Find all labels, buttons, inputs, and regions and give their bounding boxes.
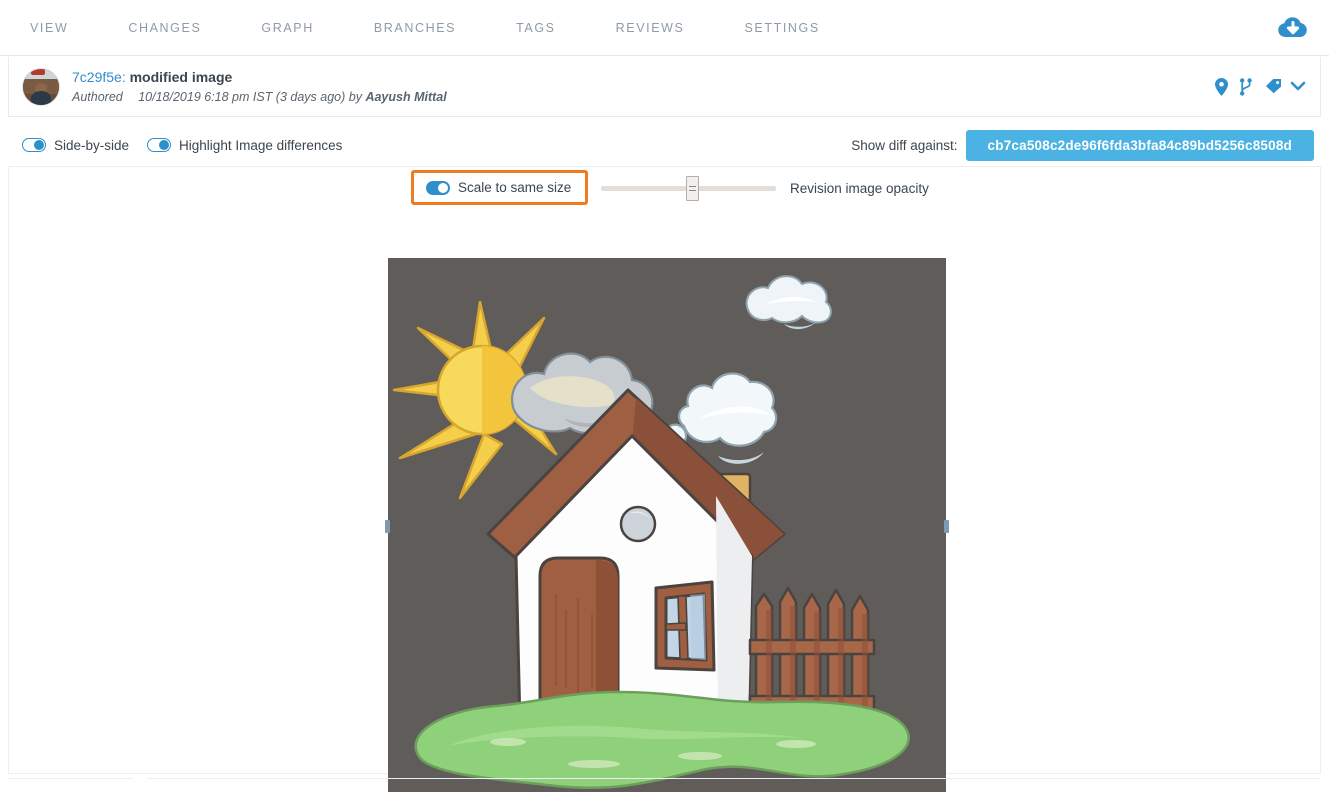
commit-date: 10/18/2019 6:18 pm IST (3 days ago) by xyxy=(138,89,362,104)
tab-settings[interactable]: SETTINGS xyxy=(714,21,849,35)
show-diff-against-label: Show diff against: xyxy=(851,137,958,153)
diff-image-canvas xyxy=(388,258,946,792)
viewer-controls: Scale to same size Revision image opacit… xyxy=(9,167,1320,213)
side-by-side-toggle[interactable] xyxy=(22,138,46,152)
highlight-image-differences-toggle[interactable] xyxy=(147,138,172,152)
commit-summary-card: 7c29f5e: modified image Authored 10/18/2… xyxy=(8,57,1321,117)
show-diff-against-group: Show diff against: cb7ca508c2de96f6fda3b… xyxy=(851,129,1314,161)
location-pin-icon[interactable] xyxy=(1215,77,1231,96)
branch-icon[interactable] xyxy=(1240,77,1256,96)
side-by-side-label: Side-by-side xyxy=(54,137,130,153)
commit-meta: Authored 10/18/2019 6:18 pm IST (3 days … xyxy=(72,88,447,106)
diff-target-sha-button[interactable]: cb7ca508c2de96f6fda3bfa84c89bd5256c8508d xyxy=(965,129,1314,161)
avatar xyxy=(22,67,60,106)
tab-reviews[interactable]: REVIEWS xyxy=(586,21,715,35)
revision-image-opacity-group: Revision image opacity xyxy=(601,176,929,201)
tab-tags[interactable]: TAGS xyxy=(486,21,586,35)
tab-graph[interactable]: GRAPH xyxy=(231,21,343,35)
image-diff-viewer: Scale to same size Revision image opacit… xyxy=(8,166,1321,792)
highlight-image-differences-label: Highlight Image differences xyxy=(179,137,343,153)
authored-label: Authored xyxy=(72,89,123,104)
slider-handle[interactable] xyxy=(686,176,699,201)
scale-to-same-size-toggle[interactable] xyxy=(426,180,450,195)
commit-title: 7c29f5e: modified image xyxy=(72,68,447,86)
scale-to-same-size-label: Scale to same size xyxy=(458,180,572,195)
diff-options-row: Side-by-side Highlight Image differences… xyxy=(0,127,1329,163)
scale-to-same-size-highlight: Scale to same size xyxy=(411,170,589,205)
image-stage xyxy=(9,213,1320,792)
commit-message: modified image xyxy=(129,68,233,85)
top-navigation: VIEW CHANGES GRAPH BRANCHES TAGS REVIEWS… xyxy=(0,0,1329,56)
nav-tabs: VIEW CHANGES GRAPH BRANCHES TAGS REVIEWS… xyxy=(0,21,850,35)
revision-image-opacity-label: Revision image opacity xyxy=(790,181,929,196)
commit-sha-link[interactable]: 7c29f5e: xyxy=(72,69,126,85)
chevron-down-icon[interactable] xyxy=(1290,78,1306,96)
commit-text: 7c29f5e: modified image Authored 10/18/2… xyxy=(72,68,447,106)
resize-handle-right[interactable] xyxy=(944,520,949,533)
tab-view[interactable]: VIEW xyxy=(24,21,98,35)
diff-viewer-page: VIEW CHANGES GRAPH BRANCHES TAGS REVIEWS… xyxy=(0,0,1329,792)
revision-image-opacity-slider[interactable] xyxy=(601,176,776,201)
cloud-download-icon[interactable] xyxy=(1275,12,1311,44)
commit-actions xyxy=(1215,77,1306,96)
tag-icon[interactable] xyxy=(1265,78,1281,96)
tab-changes[interactable]: CHANGES xyxy=(98,21,231,35)
house-drawing-diff-image xyxy=(385,258,949,792)
page-bottom-divider xyxy=(8,778,1321,780)
tab-branches[interactable]: BRANCHES xyxy=(344,21,486,35)
resize-handle-left[interactable] xyxy=(385,520,390,533)
commit-author: Aayush Mittal xyxy=(365,89,447,104)
